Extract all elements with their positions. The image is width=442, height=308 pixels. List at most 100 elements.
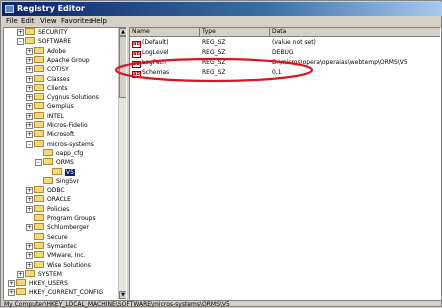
folder-icon xyxy=(43,176,53,184)
folder-icon xyxy=(34,186,44,194)
column-header-data[interactable]: Data xyxy=(270,28,440,37)
folder-icon xyxy=(34,65,44,73)
expand-icon[interactable]: + xyxy=(8,280,15,288)
registry-value-row[interactable]: ab LogLevel REG_SZ DEBUG xyxy=(130,48,440,58)
expand-icon[interactable]: + xyxy=(26,66,33,74)
value-data: (value not set) xyxy=(272,39,316,46)
menu-edit[interactable]: Edit xyxy=(21,17,35,25)
expand-icon[interactable]: + xyxy=(26,187,33,195)
menu-favorites[interactable]: Favorites xyxy=(61,17,93,25)
tree-item-label: V5 xyxy=(65,168,75,176)
folder-icon xyxy=(34,214,44,221)
registry-editor-icon xyxy=(5,5,14,13)
folder-icon xyxy=(52,167,62,175)
title-bar[interactable]: Registry Editor xyxy=(2,2,442,16)
value-type: REG_SZ xyxy=(202,59,226,66)
expand-icon[interactable]: + xyxy=(26,56,33,64)
tree-item-label: Clients xyxy=(47,84,68,92)
tree-item-label: oapp_cfg xyxy=(56,149,84,157)
tree-item-label: VMware, Inc. xyxy=(47,252,86,260)
expand-icon[interactable]: + xyxy=(26,252,33,260)
folder-icon xyxy=(16,288,26,296)
tree-item[interactable]: + HKEY_CURRENT_CONFIG xyxy=(8,288,103,298)
tree-item-label: Micros-Fidelio xyxy=(47,122,88,129)
tree-scroll-thumb[interactable] xyxy=(119,36,126,98)
expand-icon[interactable]: + xyxy=(26,242,33,250)
registry-value-row[interactable]: ab (Default) REG_SZ (value not set) xyxy=(130,38,440,48)
expand-icon[interactable]: + xyxy=(8,289,15,297)
folder-icon xyxy=(34,111,44,119)
column-header-name[interactable]: Name xyxy=(130,28,200,37)
tree-item-label: Adobe xyxy=(47,47,66,55)
menu-view[interactable]: View xyxy=(40,17,57,25)
collapse-icon[interactable]: - xyxy=(17,38,24,46)
folder-icon xyxy=(34,74,44,82)
expand-icon[interactable]: + xyxy=(26,122,33,129)
expand-icon[interactable]: + xyxy=(26,94,33,102)
tree-item-label: SYSTEM xyxy=(38,270,62,278)
tree-item-label: SECURITY xyxy=(38,29,68,36)
expand-icon[interactable]: + xyxy=(17,270,24,278)
value-name-cell: ab Schemas xyxy=(132,68,169,78)
value-type: REG_SZ xyxy=(202,39,226,46)
value-name: Schemas xyxy=(142,69,170,76)
registry-value-row[interactable]: ab LogPath REG_SZ D:\micros\opera\operaias\… xyxy=(130,58,440,68)
folder-icon xyxy=(43,148,53,156)
expand-icon[interactable]: + xyxy=(26,196,33,204)
menu-help[interactable]: Help xyxy=(91,17,107,25)
value-name: LogLevel xyxy=(142,49,169,56)
key-tree[interactable]: + SECURITY - SOFTWARE + Adobe + Apache Group + CO… xyxy=(3,27,127,300)
tree-scrollbar[interactable]: ▲ ▼ xyxy=(118,28,126,299)
tree-item-label: Microsoft xyxy=(47,131,75,139)
tree-item-label: Symantec xyxy=(47,242,78,250)
tree-item-label: Schlumberger xyxy=(47,224,90,232)
folder-icon xyxy=(34,232,44,240)
tree-item-label: micros-systems xyxy=(47,140,94,148)
expand-icon[interactable]: + xyxy=(26,224,33,232)
tree-item-label: HKEY_USERS xyxy=(29,280,68,288)
folder-icon xyxy=(43,158,53,166)
expand-icon[interactable]: + xyxy=(26,205,33,213)
string-value-icon: ab xyxy=(132,41,141,48)
registry-editor-window: Registry Editor File Edit View Favorites… xyxy=(0,0,442,308)
folder-icon xyxy=(34,251,44,259)
expand-icon[interactable]: + xyxy=(26,131,33,139)
tree-item-label: Cygnus Solutions xyxy=(47,94,99,102)
expand-icon[interactable]: + xyxy=(26,47,33,55)
expand-icon[interactable]: + xyxy=(26,103,33,111)
folder-icon xyxy=(25,269,35,277)
value-name-cell: ab (Default) xyxy=(132,38,169,48)
value-type: REG_SZ xyxy=(202,69,226,76)
collapse-icon[interactable]: - xyxy=(35,159,42,167)
tree-item-label: SingSvr xyxy=(56,177,79,185)
values-list[interactable]: Name Type Data ab (Default) REG_SZ (value n… xyxy=(129,27,441,300)
column-header-type[interactable]: Type xyxy=(200,28,270,37)
tree-item-label: Classes xyxy=(47,75,70,83)
registry-value-row[interactable]: ab Schemas REG_SZ 0,1 xyxy=(130,68,440,78)
tree-item-label: SOFTWARE xyxy=(38,38,72,46)
expand-icon[interactable]: + xyxy=(26,261,33,269)
value-name-cell: ab LogLevel xyxy=(132,48,169,58)
tree-item-label: ODBC xyxy=(47,187,65,195)
scroll-down-icon[interactable]: ▼ xyxy=(119,291,126,299)
scroll-up-icon[interactable]: ▲ xyxy=(119,28,126,36)
value-name: LogPath xyxy=(142,59,166,66)
menu-file[interactable]: File xyxy=(6,17,18,25)
expand-icon[interactable]: + xyxy=(26,84,33,92)
folder-icon xyxy=(16,279,26,287)
value-data: DEBUG xyxy=(272,49,294,56)
tree-item-label: ORACLE xyxy=(47,196,71,204)
folder-icon xyxy=(34,130,44,138)
value-type: REG_SZ xyxy=(202,49,226,56)
expand-icon[interactable]: + xyxy=(17,29,24,36)
collapse-icon[interactable]: - xyxy=(26,140,33,148)
folder-icon xyxy=(34,83,44,91)
folder-icon xyxy=(34,55,44,63)
expand-icon[interactable]: + xyxy=(26,112,33,120)
value-data: D:\micros\opera\operaias\webtemp\ORMS\V5 xyxy=(272,59,408,66)
expand-icon[interactable]: + xyxy=(26,75,33,83)
window-title: Registry Editor xyxy=(17,4,85,13)
folder-icon xyxy=(34,139,44,147)
menu-bar: File Edit View Favorites Help xyxy=(3,16,441,27)
value-name-cell: ab LogPath xyxy=(132,58,166,68)
